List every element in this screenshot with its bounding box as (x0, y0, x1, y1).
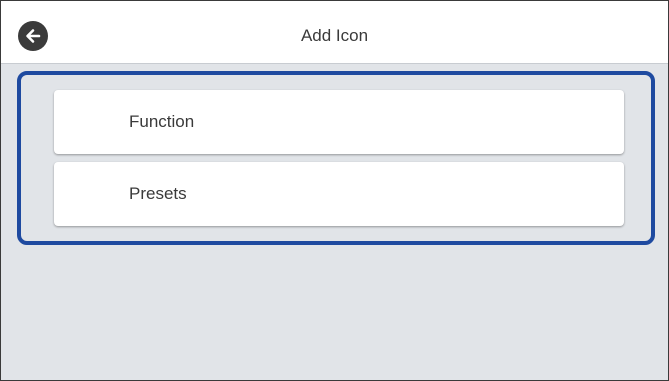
header-bar: Add Icon (1, 1, 668, 64)
add-icon-screen: Add Icon Function Presets (0, 0, 669, 381)
back-arrow-icon (26, 29, 41, 43)
back-button[interactable] (18, 21, 48, 51)
menu-item-function[interactable]: Function (54, 90, 624, 154)
selection-highlight: Function Presets (17, 71, 655, 245)
menu-item-label: Function (129, 112, 195, 131)
menu-item-presets[interactable]: Presets (54, 162, 624, 226)
page-title: Add Icon (300, 26, 369, 45)
menu-item-label: Presets (129, 184, 187, 203)
